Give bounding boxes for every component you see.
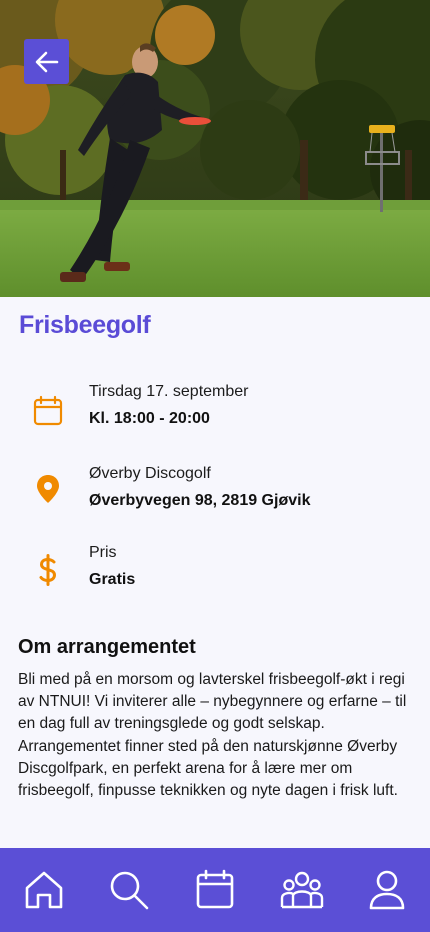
nav-profile[interactable] xyxy=(363,866,411,914)
search-icon xyxy=(110,871,149,910)
home-icon xyxy=(25,871,63,909)
bottom-navigation xyxy=(0,848,430,932)
event-location-row: Øverby Discogolf Øverbyvegen 98, 2819 Gj… xyxy=(0,465,430,525)
event-date-row: Tirsdag 17. september Kl. 18:00 - 20:00 xyxy=(0,383,430,443)
arrow-left-icon xyxy=(35,51,58,72)
calendar-icon xyxy=(33,395,63,426)
event-price-label: Pris xyxy=(89,544,117,561)
event-price-value: Gratis xyxy=(89,571,136,588)
calendar-icon xyxy=(196,869,234,909)
event-date-time: Kl. 18:00 - 20:00 xyxy=(89,410,210,427)
profile-icon xyxy=(369,870,405,910)
nav-calendar[interactable] xyxy=(191,866,239,914)
dollar-icon xyxy=(39,554,57,586)
back-button[interactable] xyxy=(24,39,69,84)
event-price-row: Pris Gratis xyxy=(0,544,430,604)
event-date-day: Tirsdag 17. september xyxy=(89,383,249,400)
event-location-address[interactable]: Øverbyvegen 98, 2819 Gjøvik xyxy=(89,492,310,510)
event-hero-image xyxy=(0,0,430,297)
nav-groups[interactable] xyxy=(278,866,326,914)
about-text: Bli med på en morsom og lavterskel frisb… xyxy=(18,671,407,800)
nav-home[interactable] xyxy=(20,866,68,914)
event-title: Frisbeegolf xyxy=(19,311,151,339)
location-pin-icon xyxy=(37,475,59,503)
group-icon xyxy=(280,871,324,909)
event-location-name: Øverby Discogolf xyxy=(89,465,211,482)
about-heading: Om arrangementet xyxy=(18,636,196,658)
nav-search[interactable] xyxy=(105,866,153,914)
